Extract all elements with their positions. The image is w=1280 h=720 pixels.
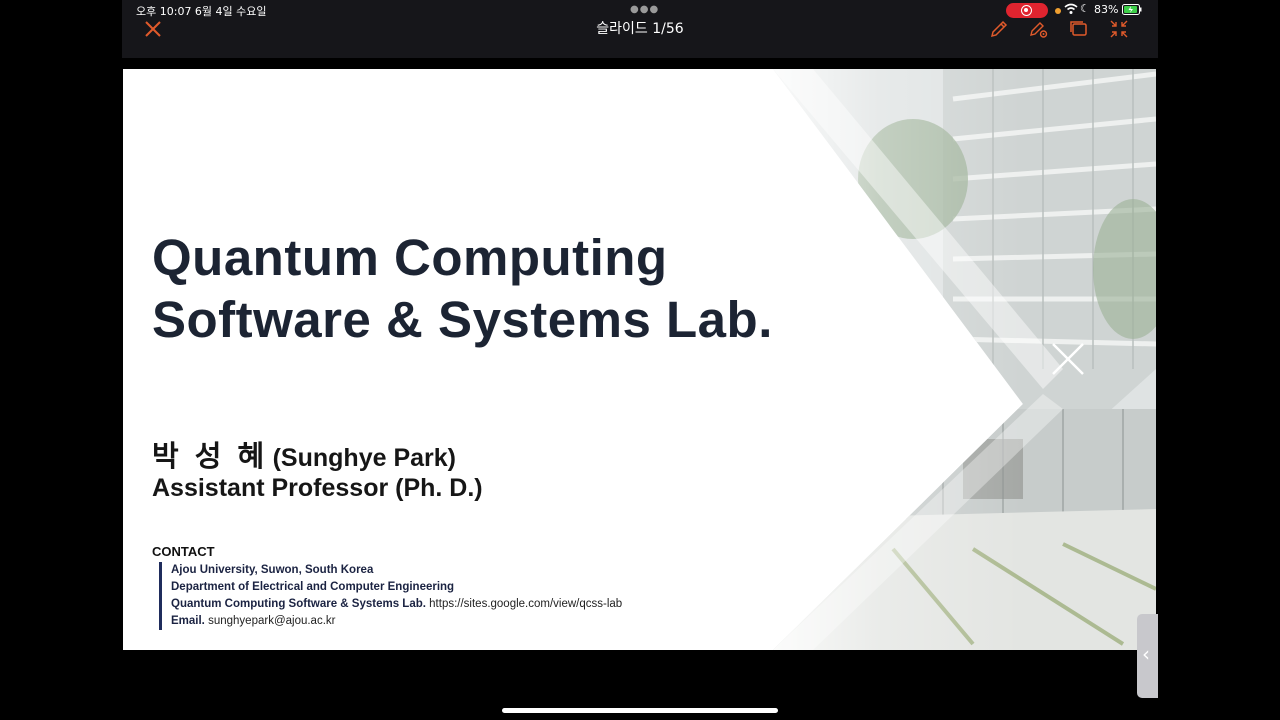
window-icon[interactable] bbox=[1068, 18, 1090, 40]
pen-icon[interactable] bbox=[988, 18, 1010, 40]
contact-block: Ajou University, Suwon, South Korea Depa… bbox=[159, 562, 622, 630]
screen-record-indicator[interactable] bbox=[1006, 3, 1048, 18]
top-toolbar: 오후 10:07 6월 4일 수요일 ●●● 슬라이드 1/56 ☾ 83% bbox=[122, 0, 1158, 58]
contact-heading: CONTACT bbox=[152, 544, 215, 559]
contact-email[interactable]: sunghyepark@ajou.ac.kr bbox=[208, 615, 335, 627]
side-panel-handle[interactable]: ‹ bbox=[1137, 614, 1158, 698]
battery-icon bbox=[1122, 4, 1142, 15]
multitask-dots[interactable]: ●●● bbox=[630, 4, 659, 15]
contact-email-label: Email. bbox=[171, 615, 205, 627]
mic-indicator bbox=[1055, 8, 1061, 14]
slide-title-line-2: Software & Systems Lab. bbox=[152, 291, 773, 348]
contact-university: Ajou University, Suwon, South Korea bbox=[171, 564, 374, 576]
wifi-icon bbox=[1064, 3, 1078, 14]
collapse-icon[interactable] bbox=[1108, 18, 1130, 40]
presenter-name-english: (Sunghye Park) bbox=[272, 444, 456, 472]
slide[interactable]: Quantum Computing Software & Systems Lab… bbox=[123, 69, 1156, 650]
presenter-position: Assistant Professor (Ph. D.) bbox=[152, 474, 483, 502]
home-indicator[interactable] bbox=[502, 708, 778, 713]
contact-lab-name: Quantum Computing Software & Systems Lab… bbox=[171, 598, 426, 610]
settings-icon[interactable] bbox=[1028, 18, 1050, 40]
contact-lab-url[interactable]: https://sites.google.com/view/qcss-lab bbox=[429, 598, 622, 610]
moon-icon: ☾ bbox=[1080, 2, 1090, 15]
presenter-name-korean: 박 성 혜 bbox=[152, 441, 269, 473]
close-icon[interactable] bbox=[144, 20, 162, 38]
battery-percentage: 83% bbox=[1094, 3, 1119, 16]
chevron-left-icon: ‹ bbox=[1142, 642, 1150, 666]
slide-title-line-1: Quantum Computing bbox=[152, 229, 668, 286]
contact-department: Department of Electrical and Computer En… bbox=[171, 581, 455, 593]
slide-title: Quantum Computing Software & Systems Lab… bbox=[152, 227, 773, 351]
status-time: 오후 10:07 6월 4일 수요일 bbox=[136, 5, 267, 18]
presenter-name: 박 성 혜 (Sunghye Park) bbox=[152, 433, 456, 475]
